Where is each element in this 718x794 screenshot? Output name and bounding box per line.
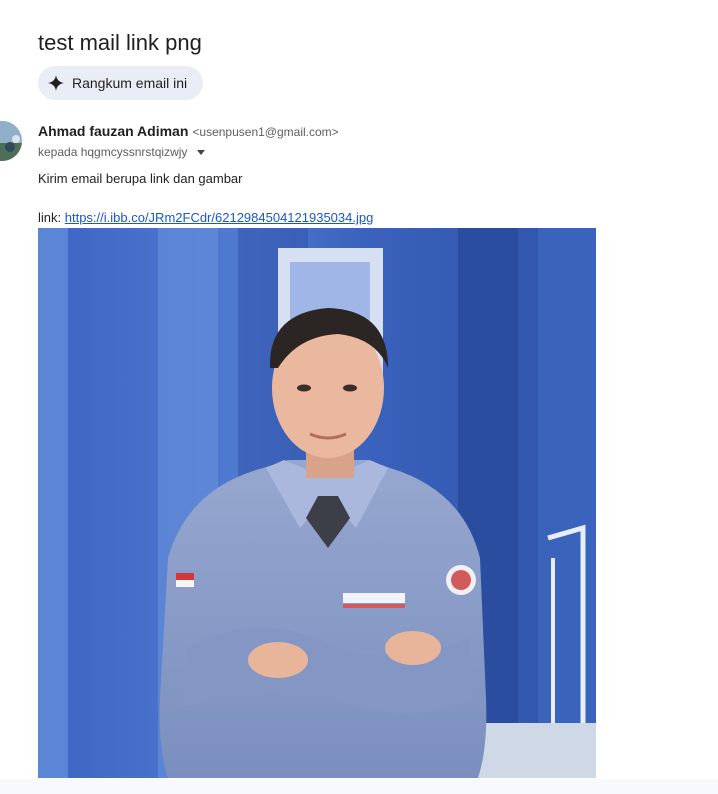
email-subject: test mail link png [38,30,202,55]
email-view: test mail link png Rangkum email ini Ahm… [0,0,718,794]
inline-image[interactable] [38,228,596,778]
sender-email: <usenpusen1@gmail.com> [192,125,339,139]
summarize-email-button[interactable]: Rangkum email ini [38,66,204,100]
sender-line: Ahmad fauzan Adiman <usenpusen1@gmail.co… [38,123,339,139]
sparkle-icon [48,75,64,91]
sender-avatar[interactable] [0,121,22,161]
link-prefix: link: [38,210,65,225]
show-details-caret-icon[interactable] [197,149,206,155]
email-body-link-line: link: https://i.ibb.co/JRm2FCdr/62129845… [38,210,373,225]
avatar-photo [0,121,22,161]
image-link[interactable]: https://i.ibb.co/JRm2FCdr/62129845041219… [65,210,374,225]
person-photo [38,228,596,778]
sender-name[interactable]: Ahmad fauzan Adiman [38,123,188,139]
email-body-text: Kirim email berupa link dan gambar [38,171,243,186]
bottom-bar [0,779,718,794]
recipient-line: kepada hqgmcyssnrstqizwjy [38,145,206,159]
summarize-email-label: Rangkum email ini [72,75,188,91]
recipient-text: kepada hqgmcyssnrstqizwjy [38,145,188,159]
